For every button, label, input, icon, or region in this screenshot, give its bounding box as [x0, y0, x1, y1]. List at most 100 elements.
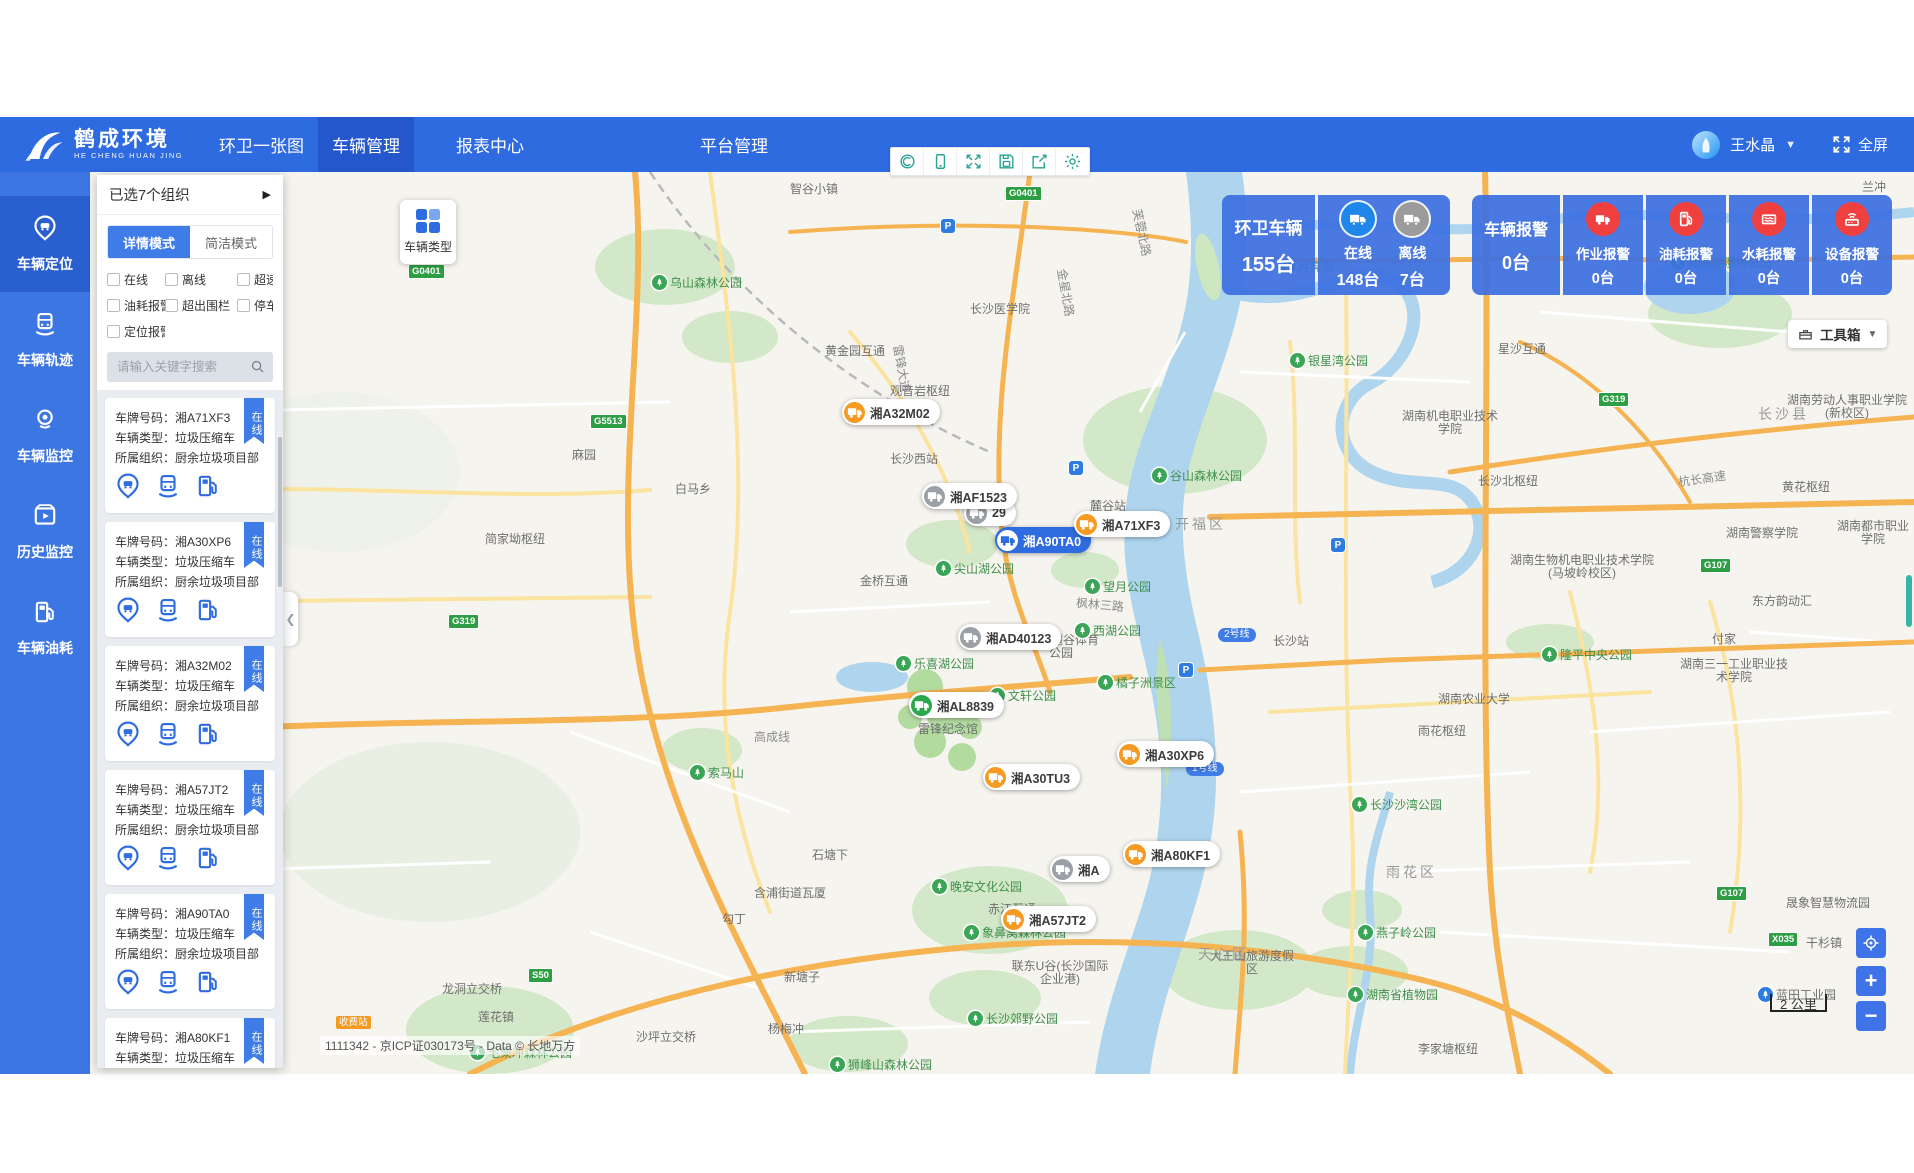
- locate-button[interactable]: [1856, 928, 1886, 958]
- expand-tool-icon[interactable]: [957, 148, 990, 175]
- fuel-vehicle-icon[interactable]: [195, 597, 221, 628]
- filter-checkbox[interactable]: 油耗报警: [107, 297, 165, 314]
- track-vehicle-icon[interactable]: [155, 473, 181, 504]
- nav-item[interactable]: 平台管理: [686, 117, 782, 172]
- share-tool-icon[interactable]: [1023, 148, 1056, 175]
- map-vehicle-marker[interactable]: 湘AD40123: [958, 624, 1061, 650]
- filter-checkbox[interactable]: 超速报警: [237, 271, 273, 288]
- locate-vehicle-icon[interactable]: [115, 845, 141, 876]
- map-vehicle-marker[interactable]: 湘A71XF3: [1074, 511, 1170, 537]
- sidebar-item[interactable]: 车辆油耗: [0, 580, 90, 676]
- fuel-vehicle-icon[interactable]: [195, 969, 221, 1000]
- settings-tool-icon[interactable]: [1056, 148, 1089, 175]
- filter-checkbox[interactable]: 离线: [165, 271, 237, 288]
- marker-plate-label: 湘A30TU3: [1011, 768, 1070, 787]
- online-value: 148台: [1337, 266, 1380, 290]
- search-input[interactable]: [107, 352, 273, 382]
- vehicle-alarm-label: 车辆报警: [1484, 216, 1548, 240]
- panel-collapse-handle[interactable]: ❮: [283, 592, 298, 646]
- vehicle-card[interactable]: 车牌号码：湘A80KF1车辆类型：垃圾压缩车所属组织：厨余垃圾项目部在线: [105, 1018, 275, 1068]
- vehicle-card[interactable]: 车牌号码：湘A71XF3车辆类型：垃圾压缩车所属组织：厨余垃圾项目部在线: [105, 398, 275, 513]
- video-icon: [32, 503, 58, 534]
- measure-tool-icon[interactable]: [891, 148, 924, 175]
- brand-name: 鹤成环境: [74, 129, 183, 151]
- nav-item[interactable]: 报表中心: [442, 117, 538, 172]
- vehicle-type-button[interactable]: 车辆类型: [400, 200, 456, 264]
- truck-icon: [1003, 909, 1024, 930]
- marker-plate-label: 湘A80KF1: [1151, 845, 1210, 864]
- fuel-icon: [32, 599, 58, 630]
- vehicle-plate: 车牌号码：湘A71XF3: [115, 408, 265, 428]
- map-vehicle-marker[interactable]: 湘A80KF1: [1123, 841, 1220, 867]
- trackbus-icon: [32, 311, 58, 342]
- vehicle-plate: 车牌号码：湘A30XP6: [115, 532, 265, 552]
- save-tool-icon[interactable]: [990, 148, 1023, 175]
- filter-checkbox[interactable]: 停车报警: [237, 297, 273, 314]
- vehicle-card[interactable]: 车牌号码：湘A90TA0车辆类型：垃圾压缩车所属组织：厨余垃圾项目部在线: [105, 894, 275, 1009]
- vehicle-plate: 车牌号码：湘A57JT2: [115, 780, 265, 800]
- map-canvas[interactable]: 智谷小镇长沙医学院乌山森林公园月亮岛黄金园互通观音岩枢纽银星湾公园谷山森林公园麓…: [90, 172, 1914, 1074]
- track-vehicle-icon[interactable]: [155, 845, 181, 876]
- marker-plate-label: 湘AF1523: [950, 487, 1007, 506]
- tablet-tool-icon[interactable]: [924, 148, 957, 175]
- locate-vehicle-icon[interactable]: [115, 473, 141, 504]
- toolbox-button[interactable]: 工具箱 ▼: [1788, 320, 1887, 348]
- filter-checkbox[interactable]: 在线: [107, 271, 165, 288]
- vehicle-card[interactable]: 车牌号码：湘A57JT2车辆类型：垃圾压缩车所属组织：厨余垃圾项目部在线: [105, 770, 275, 885]
- zoom-in-button[interactable]: +: [1856, 966, 1886, 996]
- map-vehicle-marker[interactable]: 湘A32M02: [842, 399, 940, 425]
- mode-tab[interactable]: 详情模式: [108, 226, 190, 258]
- filter-checkbox[interactable]: 超出围栏: [165, 297, 237, 314]
- vehicle-org: 所属组织：厨余垃圾项目部: [115, 696, 265, 716]
- mode-tab[interactable]: 简洁模式: [190, 226, 272, 258]
- user-name[interactable]: 王水晶: [1730, 134, 1775, 155]
- nav-item[interactable]: 车辆管理: [318, 117, 414, 172]
- locate-vehicle-icon[interactable]: [115, 597, 141, 628]
- map-vehicle-marker[interactable]: 湘A30XP6: [1117, 741, 1214, 767]
- logo-icon: [22, 125, 64, 165]
- sidebar-item[interactable]: 车辆定位: [0, 196, 90, 292]
- vehicle-plate: 车牌号码：湘A90TA0: [115, 904, 265, 924]
- locate-vehicle-icon[interactable]: [115, 721, 141, 752]
- map-vehicle-marker[interactable]: 湘AF1523: [922, 483, 1017, 509]
- brand-subtitle: HE CHENG HUAN JING: [74, 151, 183, 160]
- map-vehicle-marker[interactable]: 湘AL8839: [909, 692, 1004, 718]
- org-expand-arrow-icon[interactable]: ▶: [263, 188, 271, 201]
- alarm-stat-cell: 设备报警0台: [1812, 195, 1892, 295]
- filter-checkbox[interactable]: 定位报警: [107, 323, 165, 340]
- vehicle-org: 所属组织：厨余垃圾项目部: [115, 572, 265, 592]
- map-vehicle-marker[interactable]: 湘A57JT2: [1001, 906, 1096, 932]
- alarm-stat-cell: 油耗报警0台: [1646, 195, 1726, 295]
- zoom-out-button[interactable]: −: [1856, 1001, 1886, 1031]
- vehicle-type-label: 车辆类型: [404, 238, 452, 255]
- fuel-vehicle-icon[interactable]: [195, 473, 221, 504]
- vehicle-card[interactable]: 车牌号码：湘A30XP6车辆类型：垃圾压缩车所属组织：厨余垃圾项目部在线: [105, 522, 275, 637]
- brand: 鹤成环境 HE CHENG HUAN JING: [0, 125, 205, 165]
- chevron-down-icon[interactable]: ▼: [1785, 139, 1796, 151]
- checkbox-icon: [107, 299, 120, 312]
- alarm-label: 油耗报警: [1659, 243, 1713, 263]
- fuel-vehicle-icon[interactable]: [195, 721, 221, 752]
- sidebar-item[interactable]: 历史监控: [0, 484, 90, 580]
- fuel-vehicle-icon[interactable]: [195, 845, 221, 876]
- map-vehicle-marker[interactable]: 湘A: [1050, 856, 1110, 882]
- alarm-value: 0台: [1592, 267, 1615, 288]
- nav-item[interactable]: 环卫一张图: [205, 117, 318, 172]
- device-alarm-icon: [1835, 202, 1869, 236]
- vehicle-type: 车辆类型：垃圾压缩车: [115, 552, 265, 572]
- track-vehicle-icon[interactable]: [155, 721, 181, 752]
- sidebar-item[interactable]: 车辆监控: [0, 388, 90, 484]
- panel-scrollbar[interactable]: [278, 437, 282, 587]
- map-side-scrollbar[interactable]: [1906, 575, 1912, 627]
- track-vehicle-icon[interactable]: [155, 597, 181, 628]
- locate-vehicle-icon[interactable]: [115, 969, 141, 1000]
- sidebar-item[interactable]: 车辆轨迹: [0, 292, 90, 388]
- vehicle-type: 车辆类型：垃圾压缩车: [115, 800, 265, 820]
- user-avatar[interactable]: [1692, 131, 1720, 159]
- track-vehicle-icon[interactable]: [155, 969, 181, 1000]
- fullscreen-button[interactable]: 全屏: [1832, 134, 1888, 155]
- map-vehicle-marker[interactable]: 湘A30TU3: [983, 764, 1080, 790]
- search-icon[interactable]: [250, 359, 265, 379]
- main-nav: 环卫一张图车辆管理报表中心 平台管理: [205, 117, 782, 172]
- vehicle-card[interactable]: 车牌号码：湘A32M02车辆类型：垃圾压缩车所属组织：厨余垃圾项目部在线: [105, 646, 275, 761]
